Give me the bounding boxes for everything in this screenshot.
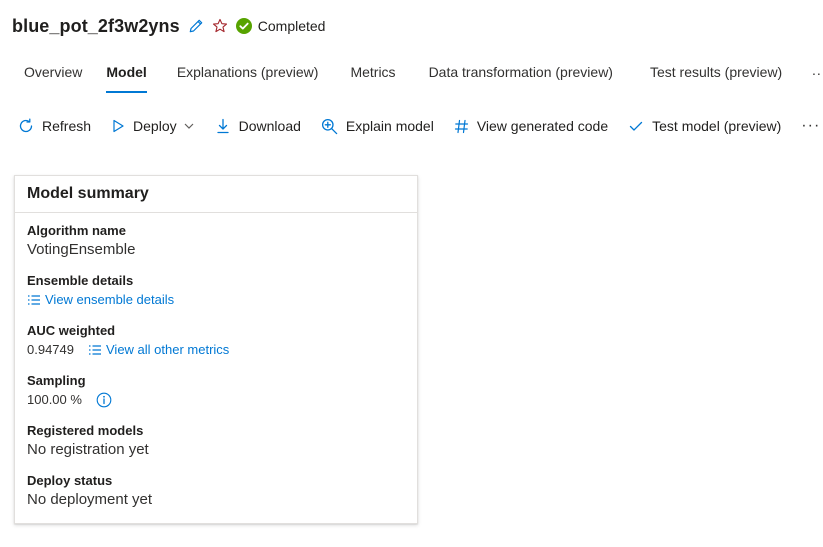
test-model-button[interactable]: Test model (preview) [622,110,787,142]
hash-icon [454,119,468,133]
ensemble-label: Ensemble details [27,273,134,288]
view-all-metrics-link[interactable]: View all other metrics [88,340,229,360]
tab-model[interactable]: Model [94,58,158,96]
sampling-label: Sampling [27,373,86,388]
explain-model-label: Explain model [345,118,434,134]
algorithm-label: Algorithm name [27,223,126,238]
test-model-label: Test model (preview) [652,118,782,134]
list-icon [89,345,101,355]
command-bar: Refresh Deploy Download Explain model Vi… [12,110,823,142]
status-badge: Completed [235,18,326,34]
registered-models-value: No registration yet [27,441,149,458]
refresh-label: Refresh [42,118,92,134]
status-text: Completed [257,18,326,34]
view-all-metrics-label: View all other metrics [106,342,230,357]
deploy-label: Deploy [133,118,177,134]
download-label: Download [238,118,301,134]
tab-metrics[interactable]: Metrics [338,58,407,96]
play-icon [113,119,124,133]
deploy-status-field: Deploy status No deployment yet [27,472,405,510]
deploy-status-value: No deployment yet [27,491,153,508]
star-icon[interactable] [212,18,228,34]
tab-overview[interactable]: Overview [12,58,94,96]
tab-explanations[interactable]: Explanations (preview) [165,58,331,96]
view-ensemble-details-label: View ensemble details [45,292,175,307]
download-icon [216,118,229,134]
download-button[interactable]: Download [209,110,307,142]
refresh-button[interactable]: Refresh [12,110,97,142]
registered-models-field: Registered models No registration yet [27,422,405,460]
refresh-icon [19,118,33,133]
auc-label: AUC weighted [27,323,116,338]
explain-model-button[interactable]: Explain model [315,110,440,142]
list-icon [28,295,40,305]
tab-data-transformation[interactable]: Data transformation (preview) [417,58,625,96]
check-circle-icon [235,18,252,34]
tabs-more-button[interactable]: ... [812,62,823,78]
card-title: Model summary [15,176,417,213]
run-title: blue_pot_2f3w2yns [12,15,180,36]
registered-models-label: Registered models [27,423,144,438]
view-generated-code-button[interactable]: View generated code [448,110,614,142]
algorithm-field: Algorithm name VotingEnsemble [27,222,405,260]
checkmark-icon [629,121,643,131]
tab-bar: Overview Model Explanations (preview) Me… [12,58,794,98]
ensemble-field: Ensemble details View ensemble details [27,272,405,310]
toolbar-more-button[interactable]: ··· [795,117,823,135]
chevron-down-icon [184,123,194,129]
algorithm-value: VotingEnsemble [27,241,136,258]
view-generated-code-label: View generated code [476,118,609,134]
pencil-icon[interactable] [188,18,204,34]
model-summary-card: Model summary Algorithm name VotingEnsem… [14,175,418,524]
auc-field: AUC weighted 0.94749 View all other metr… [27,322,405,360]
view-ensemble-details-link[interactable]: View ensemble details [27,290,174,310]
deploy-status-label: Deploy status [27,473,113,488]
zoom-search-icon [321,118,338,134]
auc-value: 0.94749 [27,342,74,357]
info-icon[interactable] [96,392,112,408]
run-header: blue_pot_2f3w2yns Completed [12,12,325,40]
deploy-button[interactable]: Deploy [105,110,201,142]
sampling-value: 100.00 % [27,392,82,407]
tab-test-results[interactable]: Test results (preview) [638,58,794,96]
sampling-field: Sampling 100.00 % [27,372,405,410]
